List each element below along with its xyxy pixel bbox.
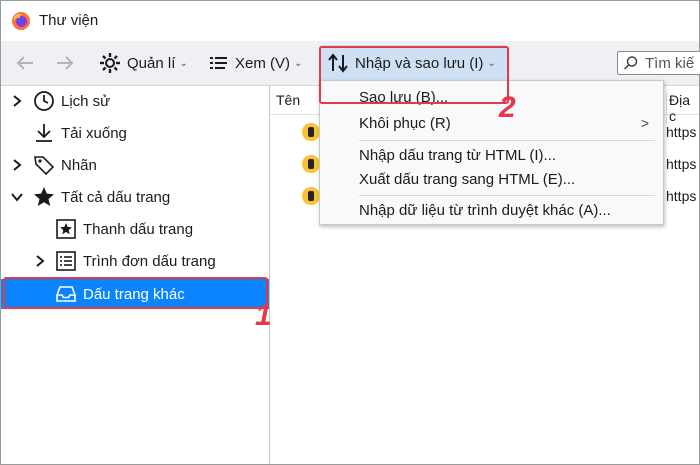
menu-item-import-other-browser[interactable]: Nhập dữ liệu từ trình duyệt khác (A)...	[320, 198, 663, 224]
column-name-header[interactable]: Tên	[276, 92, 300, 108]
firefox-logo-icon	[12, 12, 30, 30]
sidebar-item-label: Nhãn	[61, 156, 97, 174]
search-placeholder: Tìm kiế	[645, 54, 695, 72]
import-backup-button[interactable]: Nhập và sao lưu (I) ⌄	[319, 45, 507, 81]
sidebar-item-bookmarks-toolbar[interactable]: Thanh dấu trang	[1, 214, 269, 244]
download-icon	[36, 124, 52, 142]
chevron-down-icon: ⌄	[294, 57, 303, 69]
chevron-down-icon: ⌄	[179, 57, 188, 69]
sidebar-item-other-bookmarks[interactable]: Dấu trang khác	[1, 279, 269, 309]
sidebar-item-label: Lịch sử	[61, 92, 111, 110]
row-url: https	[666, 188, 697, 204]
menu-item-label: Sao lưu (B)...	[359, 89, 449, 106]
clock-icon	[34, 91, 54, 111]
menu-item-export-html[interactable]: Xuất dấu trang sang HTML (E)...	[320, 167, 663, 193]
list-view-icon	[210, 57, 227, 69]
sidebar-item-label: Trình đơn dấu trang	[83, 252, 216, 270]
sidebar-item-label: Tất cả dấu trang	[61, 188, 171, 206]
row-url: https	[666, 124, 697, 140]
menu-item-import-html[interactable]: Nhập dấu trang từ HTML (I)...	[320, 143, 663, 169]
manage-label: Quản lí	[127, 54, 176, 72]
tag-icon	[34, 156, 55, 176]
search-icon	[623, 56, 638, 70]
menu-item-label: Nhập dữ liệu từ trình duyệt khác (A)...	[359, 202, 611, 219]
sidebar-item-history[interactable]: Lịch sử	[1, 86, 269, 116]
menu-separator	[359, 195, 655, 196]
site-favicon-icon	[302, 123, 320, 141]
back-arrow-icon[interactable]	[13, 51, 37, 75]
import-backup-menu: Sao lưu (B)... Khôi phục (R) > Nhập dấu …	[319, 80, 664, 225]
menu-item-label: Khôi phục (R)	[359, 115, 451, 132]
menu-item-restore[interactable]: Khôi phục (R) >	[320, 111, 663, 137]
sidebar-item-label: Thanh dấu trang	[83, 220, 194, 238]
library-window: Thư viện Quản lí ⌄ Xem (V) ⌄ Nhập và sao…	[0, 0, 700, 465]
sidebar-item-all-bookmarks[interactable]: Tất cả dấu trang	[1, 182, 269, 212]
step-number-2: 2	[499, 91, 516, 124]
forward-arrow-icon[interactable]	[53, 51, 77, 75]
star-icon	[34, 187, 54, 206]
step-number-1: 1	[255, 299, 272, 332]
menu-list-icon	[56, 251, 76, 271]
chevron-down-icon: ⌄	[487, 57, 496, 69]
gear-icon	[100, 53, 120, 73]
menu-item-backup[interactable]: Sao lưu (B)...	[320, 85, 663, 111]
view-label: Xem (V)	[235, 54, 291, 72]
submenu-arrow-icon: >	[640, 115, 649, 131]
sidebar-item-bookmarks-menu[interactable]: Trình đơn dấu trang	[1, 246, 269, 276]
menu-item-label: Xuất dấu trang sang HTML (E)...	[359, 171, 576, 188]
sidebar-item-label: Tải xuống	[61, 124, 127, 142]
import-export-arrows-icon	[328, 53, 348, 73]
row-url: https	[666, 156, 697, 172]
menu-separator	[359, 140, 655, 141]
chevron-right-icon[interactable]	[33, 254, 47, 268]
site-favicon-icon	[302, 155, 320, 173]
title-bar: Thư viện	[1, 1, 699, 41]
sidebar-tree: Lịch sử Tải xuống Nhãn Tất cả dấu trang …	[1, 86, 270, 464]
search-input[interactable]: Tìm kiế	[617, 51, 700, 75]
sidebar-item-tags[interactable]: Nhãn	[1, 150, 269, 180]
star-box-icon	[56, 219, 76, 239]
view-button[interactable]: Xem (V) ⌄	[209, 45, 302, 81]
chevron-right-icon[interactable]	[10, 158, 24, 172]
menu-item-label: Nhập dấu trang từ HTML (I)...	[359, 147, 557, 164]
sidebar-item-label: Dấu trang khác	[83, 285, 185, 303]
manage-button[interactable]: Quản lí ⌄	[99, 45, 188, 81]
chevron-down-icon[interactable]	[10, 190, 24, 204]
import-backup-label: Nhập và sao lưu (I)	[355, 54, 484, 72]
chevron-right-icon[interactable]	[10, 94, 24, 108]
site-favicon-icon	[302, 187, 320, 205]
sidebar-item-downloads[interactable]: Tải xuống	[1, 118, 269, 148]
inbox-icon	[56, 286, 76, 302]
window-title: Thư viện	[39, 12, 99, 29]
